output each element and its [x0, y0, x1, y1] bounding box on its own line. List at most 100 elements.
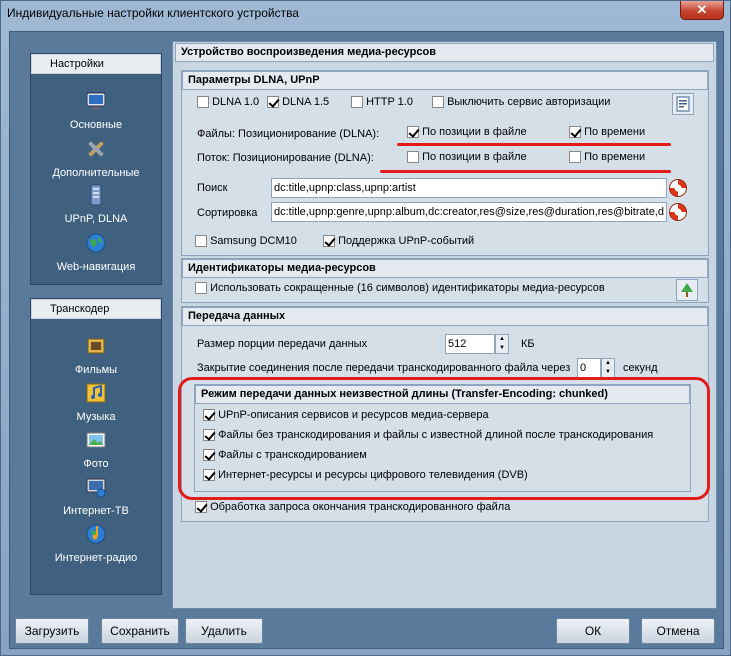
sort-reset-icon[interactable]: [669, 203, 687, 221]
main-title: Устройство воспроизведения медиа-ресурсо…: [175, 43, 714, 62]
nav-item-music[interactable]: Музыка: [32, 382, 160, 423]
nav-item-label: Дополнительные: [52, 167, 140, 179]
media-ids-header: Идентификаторы медиа-ресурсов: [182, 259, 708, 278]
close-connection-label: Закрытие соединения после передачи транс…: [197, 362, 571, 374]
chunk-size-stepper[interactable]: ▲ ▼: [495, 334, 509, 354]
samsung-dcm10-checkbox[interactable]: [195, 235, 207, 248]
tv-icon: [86, 478, 106, 498]
radio-icon: [86, 524, 106, 544]
close-connection-stepper[interactable]: ▲ ▼: [601, 358, 615, 378]
nav-item-internet-tv[interactable]: Интернет-ТВ: [32, 476, 160, 517]
server-icon: [90, 184, 102, 206]
tree-icon: [681, 283, 693, 297]
files-position-label: По позиции в файле: [422, 126, 527, 138]
ok-button[interactable]: ОК: [556, 618, 630, 644]
dlna15-label: DLNA 1.5: [282, 96, 330, 108]
chunk-size-label: Размер порции передачи данных: [197, 338, 368, 350]
nav-item-photo[interactable]: Фото: [32, 429, 160, 470]
nav-item-label: Фильмы: [74, 364, 118, 376]
close-connection-input[interactable]: 0: [577, 358, 601, 378]
sort-label: Сортировка: [197, 207, 258, 219]
cancel-button[interactable]: Отмена: [641, 618, 715, 644]
dlna15-option[interactable]: DLNA 1.5: [267, 96, 330, 109]
stream-positioning-label: Поток: Позиционирование (DLNA):: [197, 152, 374, 164]
nav-item-label: Фото: [83, 458, 109, 470]
samsung-dcm10-label: Samsung DCM10: [210, 235, 297, 247]
files-position-option[interactable]: По позиции в файле: [407, 126, 527, 139]
upnp-events-checkbox[interactable]: [323, 235, 335, 248]
title-bar: Индивидуальные настройки клиентского уст…: [1, 1, 731, 27]
film-icon: [87, 338, 105, 354]
annotation-red-outline: [178, 377, 710, 500]
disable-auth-option[interactable]: Выключить сервис авторизации: [432, 96, 611, 109]
load-button[interactable]: Загрузить: [15, 618, 89, 644]
disable-auth-label: Выключить сервис авторизации: [447, 96, 611, 108]
dlna10-label: DLNA 1.0: [212, 96, 260, 108]
end-request-option[interactable]: Обработка запроса окончания транскодиров…: [195, 501, 511, 514]
chunk-size-input[interactable]: 512: [445, 334, 495, 354]
nav-item-web-navigation[interactable]: Web-навигация: [32, 232, 160, 273]
nav-item-upnp-dlna[interactable]: UPnP, DLNA: [32, 184, 160, 225]
music-icon: [86, 383, 106, 403]
save-button[interactable]: Сохранить: [101, 618, 179, 644]
files-position-checkbox[interactable]: [407, 126, 419, 139]
annotation-underline-stream: [380, 170, 671, 173]
files-time-label: По времени: [584, 126, 646, 138]
search-criteria-input[interactable]: dc:title,upnp:class,upnp:artist: [271, 178, 667, 198]
window-title: Индивидуальные настройки клиентского уст…: [7, 6, 299, 20]
upnp-events-option[interactable]: Поддержка UPnP-событий: [323, 235, 475, 248]
stream-position-option[interactable]: По позиции в файле: [407, 151, 527, 164]
http10-option[interactable]: HTTP 1.0: [351, 96, 413, 109]
stream-time-checkbox[interactable]: [569, 151, 581, 164]
samsung-dcm10-option[interactable]: Samsung DCM10: [195, 235, 297, 248]
upnp-events-label: Поддержка UPnP-событий: [338, 235, 475, 247]
tools-icon: [88, 141, 104, 157]
disable-auth-checkbox[interactable]: [432, 96, 444, 109]
document-icon: [676, 96, 690, 112]
dlna10-checkbox[interactable]: [197, 96, 209, 109]
files-time-option[interactable]: По времени: [569, 126, 646, 139]
sort-criteria-input[interactable]: dc:title,upnp:genre,upnp:album,dc:creato…: [271, 202, 667, 222]
chunk-size-unit: КБ: [521, 338, 535, 350]
monitor-icon: [86, 92, 106, 110]
photo-icon: [86, 432, 106, 448]
short-ids-option[interactable]: Использовать сокращенные (16 символов) и…: [195, 282, 605, 295]
end-request-checkbox[interactable]: [195, 501, 207, 514]
files-positioning-label: Файлы: Позиционирование (DLNA):: [197, 128, 380, 140]
nav-item-label: Интернет-ТВ: [63, 505, 129, 517]
http10-label: HTTP 1.0: [366, 96, 413, 108]
settings-nav-header: Настройки: [31, 54, 161, 74]
data-transfer-header: Передача данных: [182, 307, 708, 326]
delete-button[interactable]: Удалить: [185, 618, 263, 644]
short-ids-checkbox[interactable]: [195, 282, 207, 295]
nav-item-advanced[interactable]: Дополнительные: [32, 138, 160, 179]
globe-icon: [86, 233, 106, 253]
close-button[interactable]: ✕: [680, 1, 724, 20]
short-ids-label: Использовать сокращенные (16 символов) и…: [210, 282, 605, 294]
nav-item-label: Музыка: [76, 411, 116, 423]
ids-action-button[interactable]: [676, 279, 698, 301]
files-time-checkbox[interactable]: [569, 126, 581, 139]
annotation-underline-files: [397, 143, 671, 146]
end-request-label: Обработка запроса окончания транскодиров…: [210, 501, 511, 513]
dlna-profile-button[interactable]: [672, 93, 694, 115]
nav-item-internet-radio[interactable]: Интернет-радио: [32, 523, 160, 564]
search-label: Поиск: [197, 182, 228, 194]
stream-time-label: По времени: [584, 151, 646, 163]
nav-item-label: UPnP, DLNA: [64, 213, 128, 225]
stream-time-option[interactable]: По времени: [569, 151, 646, 164]
nav-item-label: Основные: [69, 119, 123, 131]
transcoder-nav-header: Транскодер: [31, 299, 161, 319]
dlna15-checkbox[interactable]: [267, 96, 279, 109]
nav-item-films[interactable]: Фильмы: [32, 335, 160, 376]
stream-position-checkbox[interactable]: [407, 151, 419, 164]
dlna-header: Параметры DLNA, UPnP: [182, 71, 708, 90]
nav-item-basic[interactable]: Основные: [32, 90, 160, 131]
settings-window: Индивидуальные настройки клиентского уст…: [0, 0, 731, 656]
close-connection-unit: секунд: [623, 362, 658, 374]
stream-position-label: По позиции в файле: [422, 151, 527, 163]
http10-checkbox[interactable]: [351, 96, 363, 109]
search-reset-icon[interactable]: [669, 179, 687, 197]
nav-item-label: Интернет-радио: [54, 552, 138, 564]
dlna10-option[interactable]: DLNA 1.0: [197, 96, 260, 109]
